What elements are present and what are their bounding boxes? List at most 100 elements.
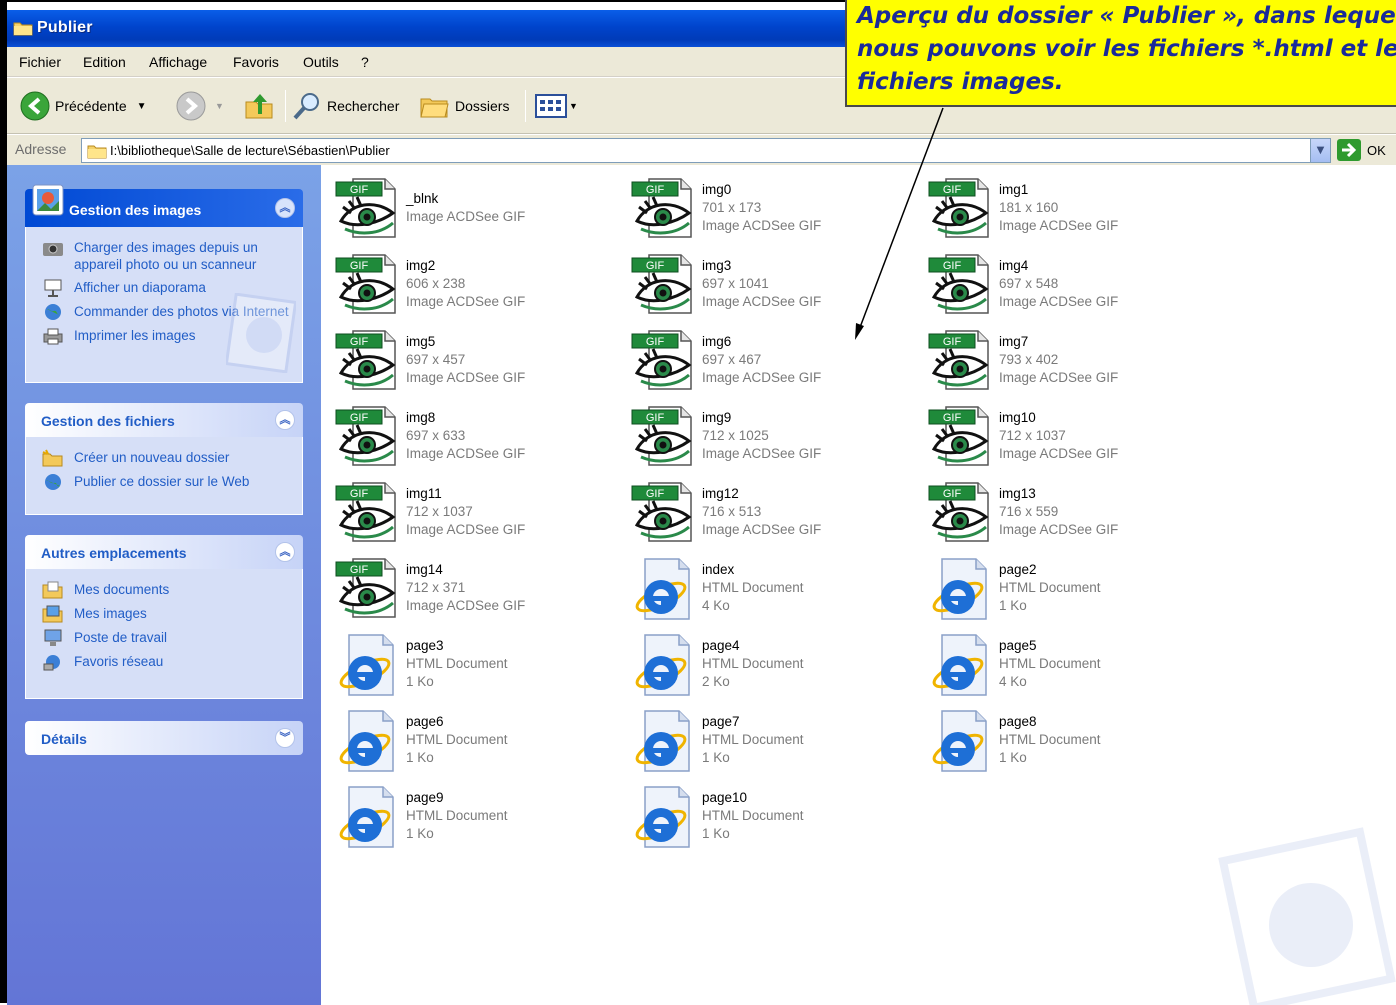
file-info: img2 606 x 238 Image ACDSee GIF <box>406 257 525 311</box>
file-item[interactable]: GIF img14 712 x 371 Image ACDSee GIF <box>335 557 625 629</box>
file-item[interactable]: page8 HTML Document 1 Ko <box>928 709 1218 781</box>
file-name: img2 <box>406 258 436 273</box>
task-load-from-camera[interactable]: Charger des images depuis un appareil ph… <box>42 239 292 273</box>
gif-file-icon: GIF <box>928 330 989 390</box>
collapse-chevron-icon[interactable]: ︽ <box>275 198 295 218</box>
file-name: page9 <box>406 790 444 805</box>
file-name: img5 <box>406 334 436 349</box>
file-name: img9 <box>702 410 732 425</box>
file-detail: HTML Document <box>702 580 804 595</box>
gif-badge: GIF <box>943 412 962 424</box>
file-item[interactable]: GIF img5 697 x 457 Image ACDSee GIF <box>335 329 625 401</box>
go-arrow-icon <box>1337 139 1361 161</box>
address-label: Adresse <box>15 141 67 157</box>
file-item[interactable]: page4 HTML Document 2 Ko <box>631 633 921 705</box>
file-detail: HTML Document <box>406 656 508 671</box>
file-detail: Image ACDSee GIF <box>406 598 526 613</box>
places-panel-title: Autres emplacements <box>41 545 187 561</box>
file-detail: 1 Ko <box>702 826 730 841</box>
views-button[interactable]: ▼ <box>535 88 578 124</box>
address-input[interactable]: I:\bibliotheque\Salle de lecture\Sébasti… <box>81 138 1331 163</box>
file-detail: 1 Ko <box>999 598 1027 613</box>
gif-badge: GIF <box>943 260 962 272</box>
file-detail: HTML Document <box>406 732 508 747</box>
gif-badge: GIF <box>646 336 665 348</box>
menu-help[interactable]: ? <box>361 54 369 70</box>
file-item[interactable]: GIF img1 181 x 160 Image ACDSee GIF <box>928 177 1218 249</box>
folder-icon <box>13 22 33 36</box>
file-item[interactable]: page10 HTML Document 1 Ko <box>631 785 921 857</box>
file-detail: HTML Document <box>999 656 1101 671</box>
files-panel-title: Gestion des fichiers <box>41 413 175 429</box>
files-panel-header[interactable]: Gestion des fichiers ︽ <box>25 403 303 437</box>
file-name: img14 <box>406 562 443 577</box>
menu-favoris[interactable]: Favoris <box>233 54 279 70</box>
forward-dropdown-icon[interactable]: ▼ <box>215 101 224 111</box>
place-my-computer[interactable]: Poste de travail <box>42 629 292 647</box>
folders-button[interactable]: Dossiers <box>419 88 509 124</box>
file-item[interactable]: GIF img13 716 x 559 Image ACDSee GIF <box>928 481 1218 553</box>
views-dropdown-icon[interactable]: ▼ <box>569 101 578 111</box>
file-item[interactable]: GIF img9 712 x 1025 Image ACDSee GIF <box>631 405 921 477</box>
file-item[interactable]: page6 HTML Document 1 Ko <box>335 709 625 781</box>
file-detail: Image ACDSee GIF <box>406 446 526 461</box>
task-new-folder[interactable]: Créer un nouveau dossier <box>42 449 292 467</box>
place-label: Mes documents <box>74 582 170 597</box>
file-item[interactable]: page7 HTML Document 1 Ko <box>631 709 921 781</box>
file-item[interactable]: page5 HTML Document 4 Ko <box>928 633 1218 705</box>
file-item[interactable]: GIF img0 701 x 173 Image ACDSee GIF <box>631 177 921 249</box>
file-item[interactable]: GIF img12 716 x 513 Image ACDSee GIF <box>631 481 921 553</box>
file-item[interactable]: GIF _blnk Image ACDSee GIF <box>335 177 625 249</box>
back-dropdown-icon[interactable]: ▼ <box>137 101 147 112</box>
details-panel-header[interactable]: Détails ︾ <box>25 721 303 755</box>
go-button[interactable]: OK <box>1337 139 1386 161</box>
file-item[interactable]: GIF img11 712 x 1037 Image ACDSee GIF <box>335 481 625 553</box>
menu-edition[interactable]: Edition <box>83 54 126 70</box>
file-item[interactable]: GIF img8 697 x 633 Image ACDSee GIF <box>335 405 625 477</box>
file-item[interactable]: page9 HTML Document 1 Ko <box>335 785 625 857</box>
file-name: page3 <box>406 638 444 653</box>
menu-fichier[interactable]: Fichier <box>19 54 61 70</box>
details-panel-title: Détails <box>41 731 87 747</box>
file-item[interactable]: index HTML Document 4 Ko <box>631 557 921 629</box>
file-item[interactable]: GIF img4 697 x 548 Image ACDSee GIF <box>928 253 1218 325</box>
menu-outils[interactable]: Outils <box>303 54 339 70</box>
place-my-documents[interactable]: Mes documents <box>42 581 292 599</box>
task-publish-web[interactable]: Publier ce dossier sur le Web <box>42 473 292 491</box>
file-item[interactable]: GIF img2 606 x 238 Image ACDSee GIF <box>335 253 625 325</box>
search-button[interactable]: Rechercher <box>291 88 399 124</box>
images-panel-header[interactable]: Gestion des images ︽ <box>25 184 303 227</box>
file-item[interactable]: GIF img10 712 x 1037 Image ACDSee GIF <box>928 405 1218 477</box>
file-info: page3 HTML Document 1 Ko <box>406 637 508 691</box>
file-info: img13 716 x 559 Image ACDSee GIF <box>999 485 1118 539</box>
file-name: img3 <box>702 258 732 273</box>
folders-label: Dossiers <box>455 98 510 114</box>
file-name: index <box>702 562 735 577</box>
file-detail: 697 x 467 <box>702 352 762 367</box>
task-label: Imprimer les images <box>74 328 196 343</box>
collapse-chevron-icon[interactable]: ︽ <box>275 410 295 430</box>
file-item[interactable]: GIF img7 793 x 402 Image ACDSee GIF <box>928 329 1218 401</box>
up-folder-button[interactable] <box>243 88 275 124</box>
collapse-chevron-icon[interactable]: ︽ <box>275 542 295 562</box>
file-item[interactable]: page3 HTML Document 1 Ko <box>335 633 625 705</box>
file-item[interactable]: GIF img3 697 x 1041 Image ACDSee GIF <box>631 253 921 325</box>
toolbar-separator <box>525 90 526 122</box>
menu-affichage[interactable]: Affichage <box>149 54 207 70</box>
file-detail: Image ACDSee GIF <box>702 218 822 233</box>
forward-button[interactable]: ▼ <box>175 88 224 124</box>
file-name: page4 <box>702 638 740 653</box>
address-dropdown-icon[interactable]: ▼ <box>1310 139 1330 162</box>
place-my-pictures[interactable]: Mes images <box>42 605 292 623</box>
expand-chevron-icon[interactable]: ︾ <box>275 728 295 748</box>
back-button[interactable]: Précédente ▼ <box>19 88 147 124</box>
file-name: img1 <box>999 182 1029 197</box>
file-item[interactable]: page2 HTML Document 1 Ko <box>928 557 1218 629</box>
file-detail: 1 Ko <box>406 674 434 689</box>
places-panel-header[interactable]: Autres emplacements ︽ <box>25 535 303 569</box>
file-name: page5 <box>999 638 1037 653</box>
file-item[interactable]: GIF img6 697 x 467 Image ACDSee GIF <box>631 329 921 401</box>
file-detail: Image ACDSee GIF <box>406 522 526 537</box>
file-detail: 606 x 238 <box>406 276 466 291</box>
place-network[interactable]: Favoris réseau <box>42 653 292 671</box>
